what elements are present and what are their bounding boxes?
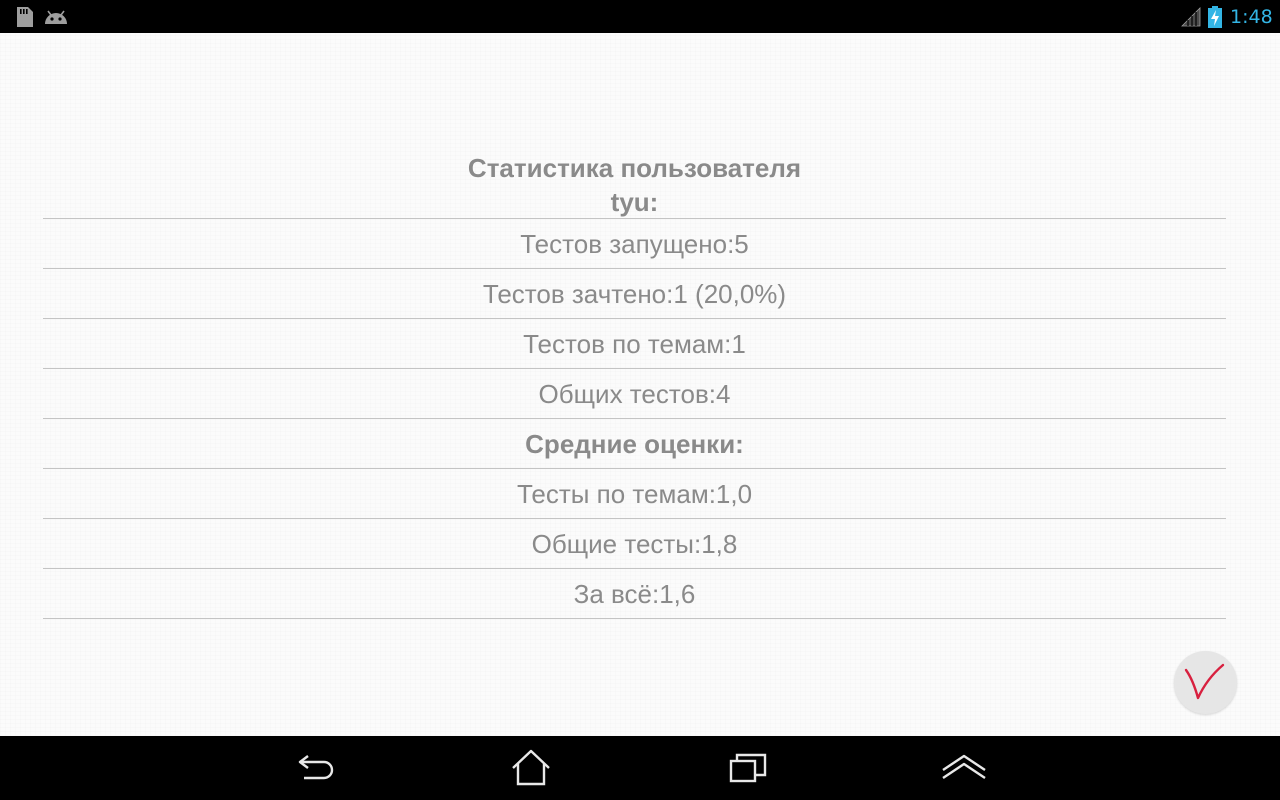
checkmark-icon (1184, 663, 1225, 700)
home-button[interactable] (508, 748, 554, 788)
menu-up-icon (942, 754, 986, 779)
stat-avg-general-tests: Общие тесты:1,8 (43, 519, 1226, 569)
stat-avg-overall: За всё:1,6 (43, 569, 1226, 619)
home-icon (512, 749, 550, 786)
sd-card-icon (13, 6, 35, 33)
navigation-bar (0, 736, 1280, 800)
battery-charging-icon (1208, 6, 1222, 33)
stat-general-tests: Общих тестов:4 (43, 369, 1226, 419)
status-clock: 1:48 (1230, 6, 1273, 28)
back-button[interactable] (294, 748, 340, 788)
android-icon (43, 8, 69, 31)
recent-apps-button[interactable] (726, 748, 772, 788)
signal-icon (1181, 7, 1201, 32)
user-statistics: Статистика пользователя tyu: Тестов запу… (43, 149, 1226, 619)
stats-title-username: tyu: (610, 187, 659, 217)
stat-avg-topic-tests: Тесты по темам:1,0 (43, 469, 1226, 519)
average-scores-heading: Средние оценки: (43, 419, 1226, 469)
menu-up-button[interactable] (941, 748, 987, 788)
back-icon (298, 755, 334, 780)
stat-tests-started: Тестов запущено:5 (43, 219, 1226, 269)
status-bar: 1:48 (0, 0, 1280, 33)
stats-title-line1: Статистика пользователя (467, 153, 802, 183)
stat-tests-by-topic: Тестов по темам:1 (43, 319, 1226, 369)
stats-title: Статистика пользователя tyu: (43, 149, 1226, 219)
confirm-button[interactable] (1174, 651, 1237, 714)
recent-apps-icon (729, 753, 767, 783)
stat-tests-passed: Тестов зачтено:1 (20,0%) (43, 269, 1226, 319)
content-area: Статистика пользователя tyu: Тестов запу… (0, 33, 1280, 736)
